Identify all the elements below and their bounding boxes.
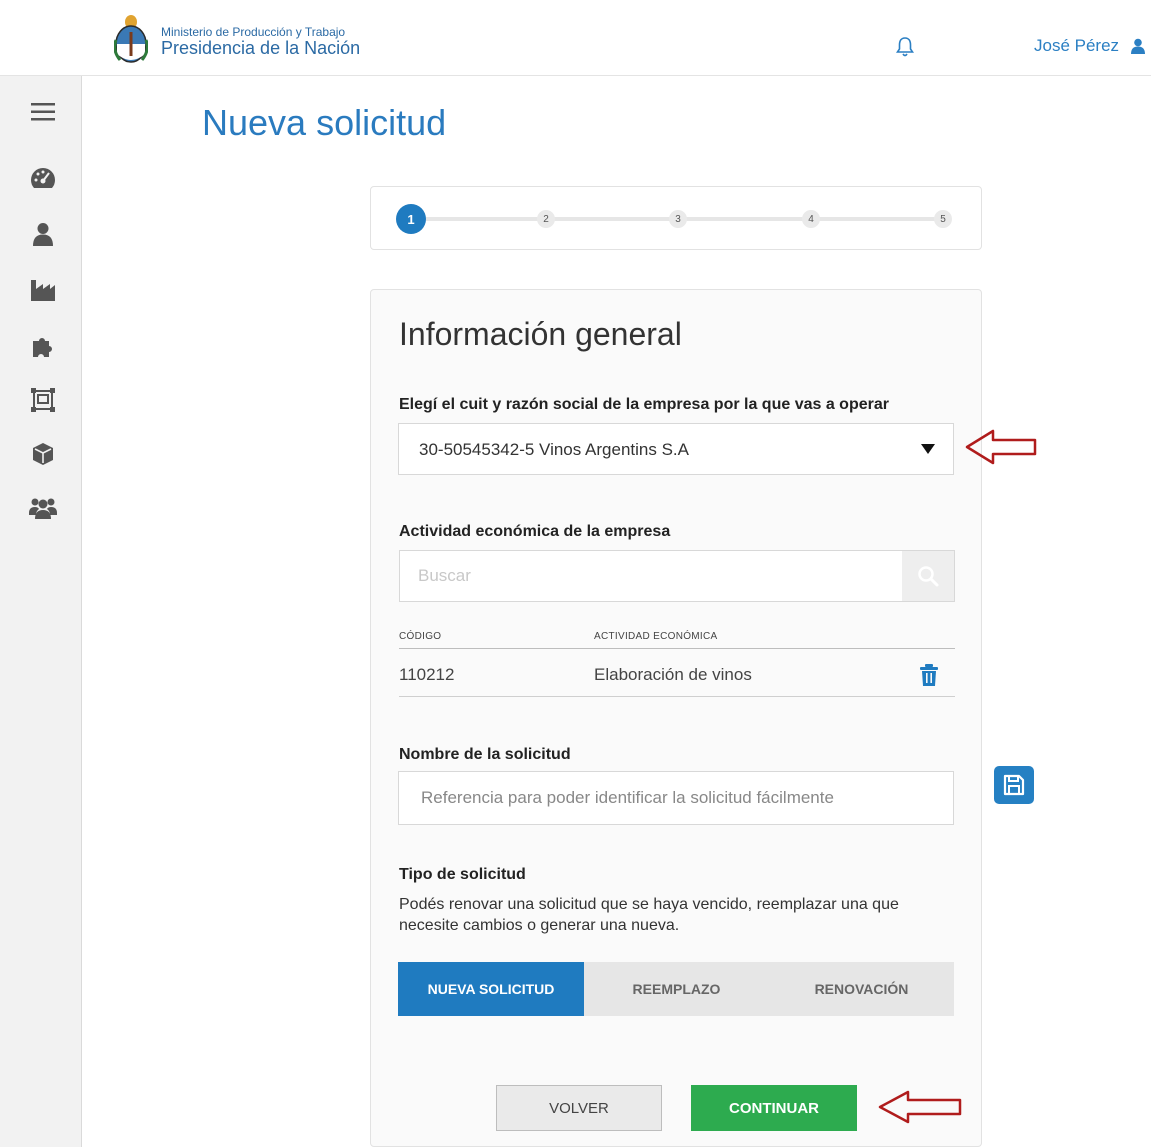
type-label: Tipo de solicitud: [399, 866, 526, 883]
users-icon[interactable]: [29, 494, 57, 522]
box-frame-icon[interactable]: [29, 386, 57, 414]
continue-button[interactable]: CONTINUAR: [691, 1085, 857, 1131]
type-option-renovacion[interactable]: RENOVACIÓN: [769, 962, 954, 1016]
activity-label: Actividad económica de la empresa: [399, 523, 671, 540]
bell-icon[interactable]: [895, 36, 915, 58]
type-option-nueva[interactable]: NUEVA SOLICITUD: [398, 962, 584, 1016]
activity-search: [399, 550, 955, 602]
top-header: Ministerio de Producción y Trabajo Presi…: [0, 0, 1151, 76]
name-label: Nombre de la solicitud: [399, 746, 571, 763]
form-card: Información general Elegí el cuit y razó…: [370, 289, 982, 1147]
annotation-arrow-icon: [965, 429, 1037, 465]
activity-search-input[interactable]: [400, 551, 903, 601]
table-row-divider: [399, 696, 955, 697]
step-2[interactable]: 2: [537, 210, 555, 228]
user-icon[interactable]: [29, 220, 57, 248]
factory-icon[interactable]: [29, 276, 57, 304]
user-icon[interactable]: [1131, 38, 1145, 54]
sidebar: [0, 76, 82, 1147]
company-label: Elegí el cuit y razón social de la empre…: [399, 396, 889, 413]
puzzle-icon[interactable]: [29, 333, 57, 361]
company-select[interactable]: 30-50545342-5 Vinos Argentins S.A: [398, 423, 954, 475]
annotation-arrow-icon: [878, 1090, 962, 1124]
type-option-reemplazo[interactable]: REEMPLAZO: [584, 962, 769, 1016]
trash-icon[interactable]: [919, 664, 939, 686]
presidency-name: Presidencia de la Nación: [161, 38, 361, 58]
stepper: 1 2 3 4 5: [370, 186, 982, 250]
menu-icon[interactable]: [29, 98, 57, 126]
floppy-disk-icon: [1003, 774, 1025, 796]
caret-down-icon: [921, 444, 935, 454]
search-icon: [918, 566, 939, 587]
user-name[interactable]: José Pérez: [1034, 36, 1119, 56]
table-header-codigo: CÓDIGO: [399, 631, 442, 642]
page-title: Nueva solicitud: [202, 102, 447, 143]
dashboard-icon[interactable]: [29, 164, 57, 192]
table-header-divider: [399, 648, 955, 649]
table-cell-codigo: 110212: [399, 665, 455, 684]
table-cell-actividad: Elaboración de vinos: [594, 665, 752, 684]
company-select-value: 30-50545342-5 Vinos Argentins S.A: [419, 440, 689, 459]
coat-of-arms-logo: [114, 15, 148, 63]
cube-icon[interactable]: [29, 440, 57, 468]
save-button[interactable]: [994, 766, 1034, 804]
request-type-selector: NUEVA SOLICITUD REEMPLAZO RENOVACIÓN: [398, 962, 954, 1016]
logo-text: Ministerio de Producción y Trabajo Presi…: [161, 26, 361, 58]
step-4[interactable]: 4: [802, 210, 820, 228]
step-3[interactable]: 3: [669, 210, 687, 228]
request-name-input[interactable]: [398, 771, 954, 825]
type-description: Podés renovar una solicitud que se haya …: [399, 896, 899, 934]
table-header-actividad: ACTIVIDAD ECONÓMICA: [594, 631, 718, 642]
back-button[interactable]: VOLVER: [496, 1085, 662, 1131]
search-button[interactable]: [902, 551, 954, 601]
section-title: Información general: [399, 316, 682, 352]
step-5[interactable]: 5: [934, 210, 952, 228]
step-1[interactable]: 1: [396, 204, 426, 234]
